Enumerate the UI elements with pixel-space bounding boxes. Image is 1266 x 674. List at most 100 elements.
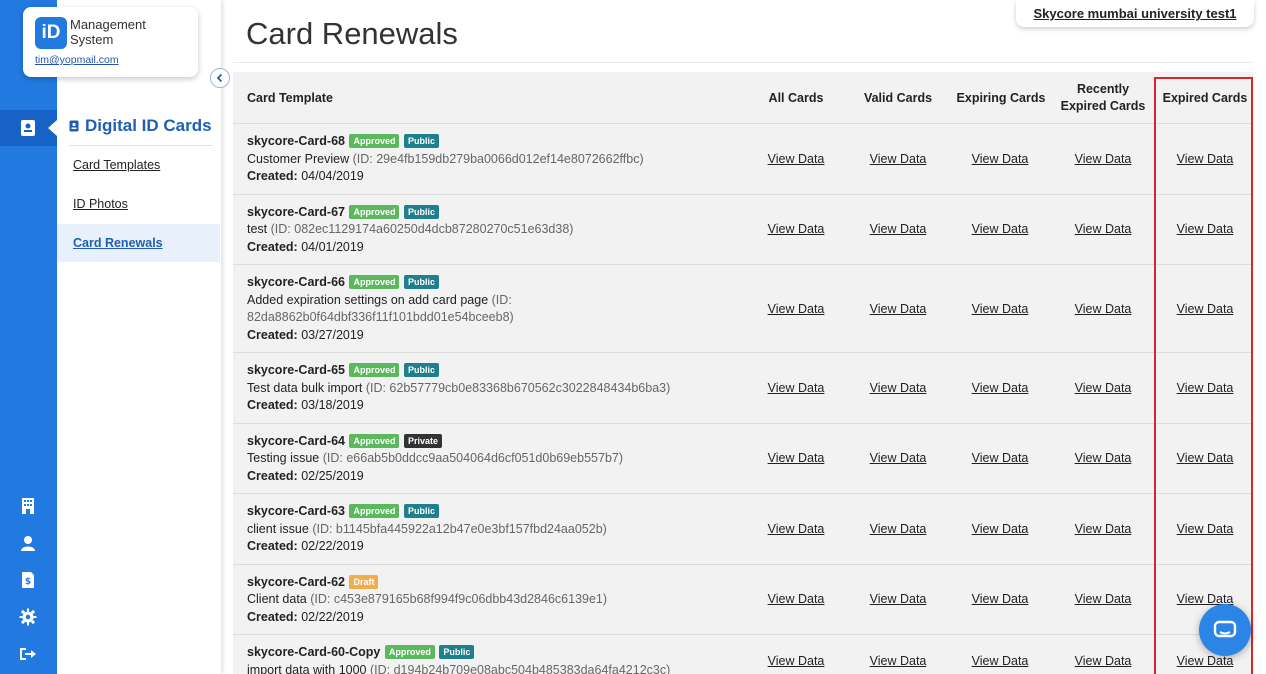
view-data-link-recently-expired-cards[interactable]: View Data [1075, 222, 1132, 236]
view-data-link-recently-expired-cards[interactable]: View Data [1075, 152, 1132, 166]
view-data-link-recently-expired-cards[interactable]: View Data [1075, 381, 1132, 395]
table-row: skycore-Card-66 Approved Public Added ex… [233, 265, 1253, 353]
app-root: $ iD Management System tim@yopmail.com D… [0, 0, 1266, 674]
view-data-link-all-cards[interactable]: View Data [768, 381, 825, 395]
view-data-link-recently-expired-cards[interactable]: View Data [1075, 451, 1132, 465]
view-data-link-expired-cards[interactable]: View Data [1177, 654, 1234, 668]
template-id: (ID: b1145bfa445922a12b47e0e3bf157fbd24a… [312, 521, 607, 536]
created-date: 04/04/2019 [301, 169, 364, 183]
building-icon[interactable] [17, 495, 39, 517]
view-data-link-recently-expired-cards[interactable]: View Data [1075, 522, 1132, 536]
template-name: skycore-Card-67 [247, 204, 345, 219]
sidebar-item-card-templates[interactable]: Card Templates [57, 146, 220, 184]
view-data-link-expired-cards[interactable]: View Data [1177, 381, 1234, 395]
template-cell: skycore-Card-62 Draft Client data (ID: c… [233, 565, 753, 635]
status-badge: Public [403, 363, 439, 377]
template-title-line: skycore-Card-63 Approved Public [247, 503, 753, 521]
view-data-link-valid-cards[interactable]: View Data [870, 654, 927, 668]
gear-icon[interactable] [17, 606, 39, 628]
view-data-link-valid-cards[interactable]: View Data [870, 302, 927, 316]
id-card-icon[interactable] [17, 117, 39, 139]
brand-name: Management System [70, 17, 160, 47]
view-data-link-all-cards[interactable]: View Data [768, 451, 825, 465]
template-cell: skycore-Card-64 Approved Private Testing… [233, 424, 753, 494]
view-data-link-recently-expired-cards[interactable]: View Data [1075, 654, 1132, 668]
view-data-link-all-cards[interactable]: View Data [768, 592, 825, 606]
view-data-link-expiring-cards[interactable]: View Data [972, 592, 1029, 606]
view-data-link-all-cards[interactable]: View Data [768, 654, 825, 668]
view-data-link-expired-cards[interactable]: View Data [1177, 451, 1234, 465]
table-row: skycore-Card-67 Approved Public test (ID… [233, 194, 1253, 265]
template-description: Customer Preview [247, 151, 350, 166]
user-icon[interactable] [17, 532, 39, 554]
template-title-line: skycore-Card-64 Approved Private [247, 433, 753, 451]
view-data-link-valid-cards[interactable]: View Data [870, 222, 927, 236]
column-header-expiring-cards: Expiring Cards [956, 90, 1046, 105]
view-data-link-all-cards[interactable]: View Data [768, 522, 825, 536]
view-data-link-expiring-cards[interactable]: View Data [972, 152, 1029, 166]
template-created-line: Created: 02/25/2019 [247, 468, 753, 486]
template-description: import data with 1000 [247, 662, 367, 674]
chat-button[interactable] [1199, 604, 1251, 656]
status-badge: Private [403, 433, 442, 448]
table-header: Card Template All Cards Valid Cards Expi… [233, 72, 1253, 124]
template-description-line: client issue (ID: b1145bfa445922a12b47e0… [247, 521, 753, 539]
sidebar-section-title: Digital ID Cards [69, 116, 212, 136]
template-description-line: import data with 1000 (ID: d194b24b709e0… [247, 662, 753, 674]
template-name: skycore-Card-68 [247, 134, 345, 148]
view-data-link-recently-expired-cards[interactable]: View Data [1075, 302, 1132, 316]
view-data-link-expiring-cards[interactable]: View Data [972, 381, 1029, 395]
created-label: Created: [247, 327, 298, 342]
sign-out-icon[interactable] [17, 643, 39, 665]
view-data-link-valid-cards[interactable]: View Data [870, 592, 927, 606]
view-data-link-expiring-cards[interactable]: View Data [972, 302, 1029, 316]
view-data-link-expired-cards[interactable]: View Data [1177, 302, 1234, 316]
column-header-template: Card Template [247, 90, 333, 105]
page-title: Card Renewals [246, 16, 458, 51]
template-description: Test data bulk import [247, 380, 363, 395]
template-description-line: Added expiration settings on add card pa… [247, 292, 753, 327]
template-created-line: Created: 04/01/2019 [247, 239, 753, 257]
sidebar-item-card-renewals[interactable]: Card Renewals [57, 224, 220, 262]
template-description: Testing issue [247, 451, 320, 465]
created-label: Created: [247, 539, 298, 553]
view-data-link-expiring-cards[interactable]: View Data [972, 654, 1029, 668]
created-label: Created: [247, 609, 298, 624]
view-data-link-all-cards[interactable]: View Data [768, 222, 825, 236]
template-title-line: skycore-Card-68 Approved Public [247, 133, 753, 151]
status-badge: Approved [384, 645, 435, 659]
view-data-link-valid-cards[interactable]: View Data [870, 522, 927, 536]
organization-switcher[interactable]: Skycore mumbai university test1 [1016, 0, 1254, 27]
invoice-icon[interactable]: $ [17, 569, 39, 591]
view-data-link-expired-cards[interactable]: View Data [1177, 222, 1234, 236]
status-badge: Approved [349, 134, 400, 148]
template-title-line: skycore-Card-65 Approved Public [247, 362, 753, 380]
status-badge: Approved [349, 363, 400, 377]
sidebar-panel [57, 0, 221, 674]
view-data-link-expiring-cards[interactable]: View Data [972, 222, 1029, 236]
column-header-all-cards: All Cards [768, 90, 824, 105]
view-data-link-expired-cards[interactable]: View Data [1177, 522, 1234, 536]
view-data-link-expired-cards[interactable]: View Data [1177, 152, 1234, 166]
view-data-link-valid-cards[interactable]: View Data [870, 451, 927, 465]
created-label: Created: [247, 169, 298, 183]
template-id: (ID: 29e4fb159db279ba0066d012ef14e807266… [352, 151, 644, 166]
view-data-link-valid-cards[interactable]: View Data [870, 381, 927, 395]
view-data-link-all-cards[interactable]: View Data [768, 302, 825, 316]
template-description-line: Customer Preview (ID: 29e4fb159db279ba00… [247, 151, 753, 169]
view-data-link-expiring-cards[interactable]: View Data [972, 522, 1029, 536]
view-data-link-valid-cards[interactable]: View Data [870, 152, 927, 166]
user-email-link[interactable]: tim@yopmail.com [35, 54, 119, 66]
status-badge: Public [403, 134, 439, 148]
brand-logo[interactable]: iD [35, 17, 67, 49]
sidebar-item-id-photos[interactable]: ID Photos [57, 185, 220, 223]
template-description: Client data [247, 592, 307, 606]
status-badge: Approved [349, 275, 400, 289]
view-data-link-expiring-cards[interactable]: View Data [972, 451, 1029, 465]
view-data-link-recently-expired-cards[interactable]: View Data [1075, 592, 1132, 606]
column-header-recently-line1: Recently [1076, 82, 1130, 96]
rail-caret-icon [48, 120, 57, 136]
collapse-sidebar-button[interactable] [210, 68, 230, 88]
view-data-link-all-cards[interactable]: View Data [768, 152, 825, 166]
sidebar-section-label: Digital ID Cards [85, 116, 212, 135]
